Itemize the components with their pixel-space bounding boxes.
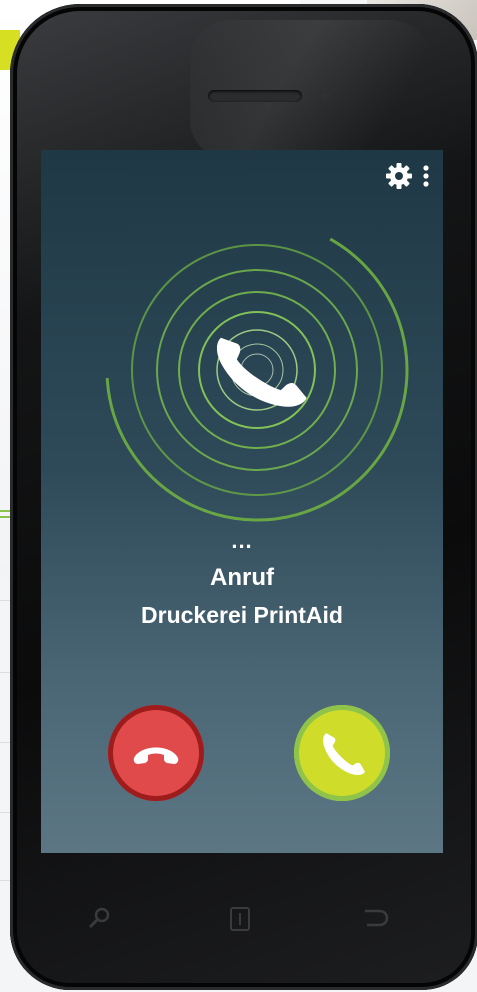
decline-call-button[interactable] [108,705,204,801]
hang-up-icon [133,747,179,764]
caller-info: ... Anruf Druckerei PrintAid [41,530,443,629]
call-label: Anruf [210,564,274,591]
caller-name: Druckerei PrintAid [141,602,343,628]
search-key-icon[interactable] [87,905,113,936]
front-camera [320,92,328,100]
ringing-animation-rings [105,218,409,522]
phone-icon [323,733,365,775]
home-key-icon[interactable] [227,905,253,938]
call-status-ellipsis: ... [231,528,253,553]
incoming-call-screen: ... Anruf Druckerei PrintAid [41,150,443,853]
gear-icon[interactable] [385,162,413,190]
hardware-navigation-keys [41,895,443,945]
accept-call-button[interactable] [294,705,390,801]
back-key-icon[interactable] [361,905,391,934]
more-vertical-icon[interactable] [423,164,429,188]
phone-handset-icon [216,337,307,407]
top-action-bar [385,162,429,190]
page-background: ... Anruf Druckerei PrintAid [0,0,477,992]
earpiece-speaker [208,90,302,102]
